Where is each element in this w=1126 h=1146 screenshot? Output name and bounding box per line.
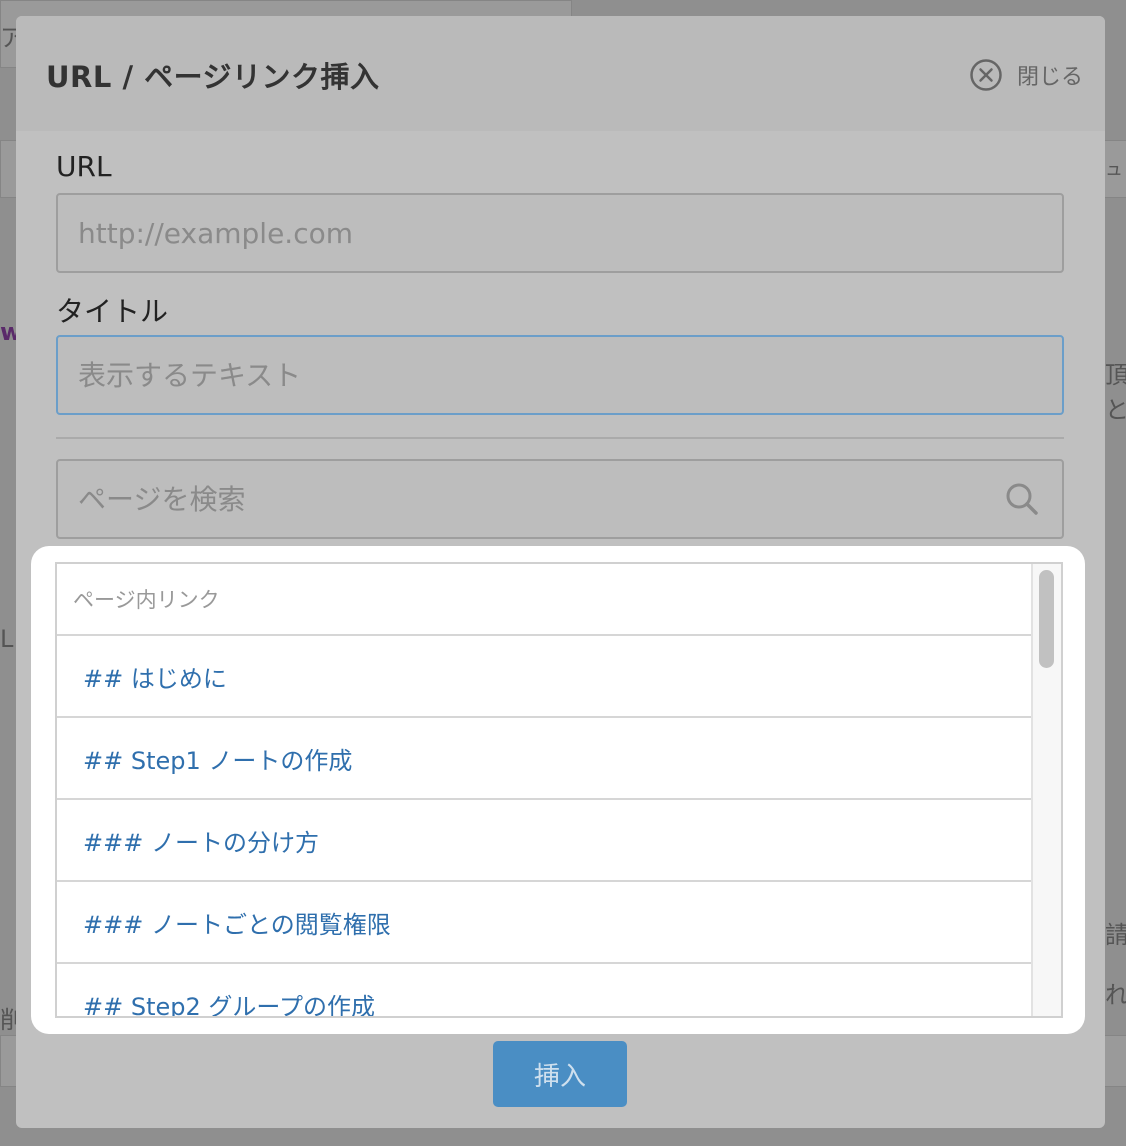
link-list-header: ページ内リンク — [57, 564, 1033, 636]
modal-title: URL / ページリンク挿入 — [46, 60, 380, 94]
background-fragment: ュ — [1105, 159, 1123, 180]
list-scrollbar[interactable] — [1031, 564, 1061, 1016]
list-item[interactable]: ## Step1 ノートの作成 — [57, 718, 1033, 800]
page-link-list: ページ内リンク ## はじめに ## Step1 ノートの作成 ### ノートの… — [55, 562, 1063, 1018]
title-input[interactable] — [56, 335, 1064, 415]
page-search-input[interactable] — [56, 459, 1064, 539]
title-label: タイトル — [56, 295, 169, 328]
background-fragment: L — [0, 625, 14, 653]
list-item[interactable]: ### ノートの分け方 — [57, 800, 1033, 882]
background-fragment: 請) — [1105, 921, 1126, 949]
list-item[interactable]: ## Step2 グループの作成 — [57, 964, 1033, 1017]
page-search — [56, 459, 1064, 539]
close-circle-icon — [970, 59, 1002, 91]
scroll-thumb[interactable] — [1039, 570, 1054, 668]
close-label: 閉じる — [1016, 65, 1083, 90]
list-item[interactable]: ## はじめに — [57, 636, 1033, 718]
url-input[interactable] — [56, 193, 1064, 273]
insert-button[interactable]: 挿入 — [493, 1041, 627, 1107]
search-icon[interactable] — [1004, 481, 1040, 517]
url-label: URL — [56, 150, 112, 183]
link-list-items: ページ内リンク ## はじめに ## Step1 ノートの作成 ### ノートの… — [57, 564, 1033, 1017]
divider — [56, 437, 1064, 439]
background-fragment: れ — [1105, 981, 1126, 1009]
close-button[interactable]: 閉じる — [969, 58, 1083, 92]
list-item[interactable]: ### ノートごとの閲覧権限 — [57, 882, 1033, 964]
background-fragment: 頂と — [1105, 361, 1126, 424]
modal-header: URL / ページリンク挿入 閉じる — [16, 16, 1105, 131]
